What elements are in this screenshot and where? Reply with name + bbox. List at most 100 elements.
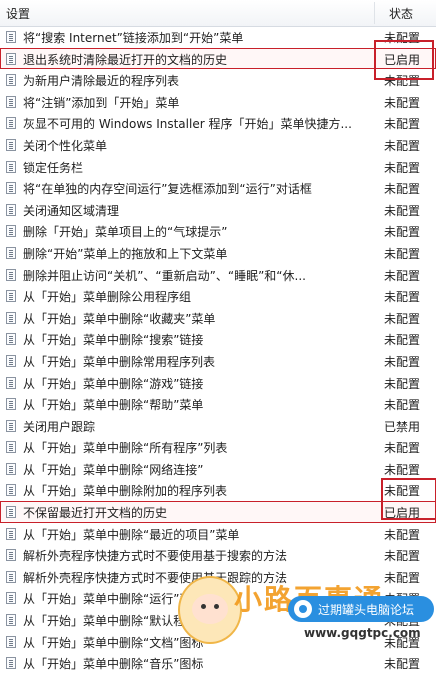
policy-row[interactable]: 关闭用户跟踪 已禁用	[0, 415, 436, 437]
policy-setting-icon	[6, 527, 16, 540]
policy-setting-icon	[6, 592, 16, 605]
policy-name: 从「开始」菜单中删除“游戏”链接	[23, 376, 204, 391]
policy-name: 解析外壳程序快捷方式时不要使用基于搜索的方法	[23, 549, 288, 564]
policy-row[interactable]: 删除并阻止访问“关机”、“重新启动”、“睡眠”和“休... 未配置	[0, 264, 436, 286]
policy-name: 删除「开始」菜单项目上的“气球提示”	[23, 225, 228, 240]
policy-row[interactable]: 将“注销”添加到「开始」菜单 未配置	[0, 91, 436, 113]
policy-row[interactable]: 关闭个性化菜单 未配置	[0, 134, 436, 156]
policy-row[interactable]: 从「开始」菜单中删除“收藏夹”菜单 未配置	[0, 307, 436, 329]
policy-state: 未配置	[384, 95, 421, 110]
policy-setting-icon	[6, 182, 16, 195]
watermark-mascot	[178, 576, 242, 644]
policy-setting-icon	[6, 506, 16, 519]
policy-row[interactable]: 关闭通知区域清理 未配置	[0, 199, 436, 221]
policy-setting-icon	[6, 246, 16, 259]
policy-row[interactable]: 不保留最近打开文档的历史 已启用	[0, 501, 436, 523]
policy-setting-icon	[6, 31, 16, 43]
policy-state: 未配置	[384, 225, 421, 240]
policy-name: 删除“开始”菜单上的拖放和上下文菜单	[23, 246, 228, 261]
policy-state: 已禁用	[384, 419, 421, 434]
policy-setting-icon	[6, 160, 16, 173]
policy-row[interactable]: 删除「开始」菜单项目上的“气球提示” 未配置	[0, 220, 436, 242]
policy-setting-icon	[6, 203, 16, 216]
policy-state: 未配置	[384, 398, 421, 413]
policy-row[interactable]: 为新用户清除最近的程序列表 未配置	[0, 69, 436, 91]
policy-setting-icon	[6, 354, 16, 367]
policy-setting-icon	[6, 117, 16, 130]
policy-setting-icon	[6, 398, 16, 411]
policy-state: 未配置	[384, 290, 421, 305]
watermark-badge: 过期罐头电脑论坛	[288, 596, 434, 622]
policy-name: 从「开始」菜单中删除“音乐”图标	[23, 657, 204, 672]
policy-row[interactable]: 从「开始」菜单删除公用程序组 未配置	[0, 285, 436, 307]
policy-name: 灰显不可用的 Windows Installer 程序「开始」菜单快捷方...	[23, 117, 352, 132]
policy-row[interactable]: 退出系统时清除最近打开的文档的历史 已启用	[0, 47, 436, 70]
policy-name: 从「开始」菜单中删除“网络连接”	[23, 462, 204, 477]
policy-setting-icon	[6, 462, 16, 475]
policy-row[interactable]: 从「开始」菜单中删除“所有程序”列表 未配置	[0, 436, 436, 458]
policy-state: 未配置	[384, 203, 421, 218]
policy-row[interactable]: 从「开始」菜单中删除常用程序列表 未配置	[0, 350, 436, 372]
policy-setting-icon	[6, 614, 16, 627]
policy-name: 为新用户清除最近的程序列表	[23, 74, 180, 89]
policy-state: 未配置	[384, 117, 421, 132]
policy-name: 从「开始」菜单中删除“收藏夹”菜单	[23, 311, 216, 326]
policy-setting-icon	[6, 441, 16, 454]
policy-row[interactable]: 从「开始」菜单中删除“游戏”链接 未配置	[0, 372, 436, 394]
policy-state: 未配置	[384, 268, 421, 283]
column-header-state[interactable]: 状态	[389, 5, 413, 22]
policy-name: 关闭通知区域清理	[23, 203, 120, 218]
policy-state: 未配置	[384, 311, 421, 326]
policy-row[interactable]: 删除“开始”菜单上的拖放和上下文菜单 未配置	[0, 242, 436, 264]
policy-row[interactable]: 锁定任务栏 未配置	[0, 156, 436, 178]
policy-state: 未配置	[384, 376, 421, 391]
policy-state: 未配置	[384, 527, 421, 542]
policy-row[interactable]: 从「开始」菜单中删除“音乐”图标 未配置	[0, 652, 436, 674]
policy-name: 将“注销”添加到「开始」菜单	[23, 95, 180, 110]
policy-setting-icon	[6, 657, 16, 670]
policy-name: 关闭个性化菜单	[23, 138, 108, 153]
policy-setting-icon	[6, 419, 16, 432]
policy-setting-icon	[6, 138, 16, 151]
policy-state: 未配置	[384, 549, 421, 564]
column-header-setting[interactable]: 设置	[6, 5, 30, 22]
policy-name: 关闭用户跟踪	[23, 419, 96, 434]
list-header: 设置 状态	[0, 0, 436, 27]
policy-name: 将“搜索 Internet”链接添加到“开始”菜单	[23, 31, 244, 45]
policy-state: 未配置	[384, 570, 421, 585]
watermark-url: www.gqgtpc.com	[304, 626, 421, 640]
policy-setting-icon	[6, 376, 16, 389]
policy-name: 从「开始」菜单中删除“帮助”菜单	[23, 398, 204, 413]
policy-row[interactable]: 灰显不可用的 Windows Installer 程序「开始」菜单快捷方... 未…	[0, 112, 436, 134]
watermark-badge-text: 过期罐头电脑论坛	[318, 603, 415, 617]
policy-state: 未配置	[384, 138, 421, 153]
policy-row[interactable]: 从「开始」菜单中删除“搜索”链接 未配置	[0, 328, 436, 350]
policy-setting-icon	[6, 311, 16, 324]
policy-setting-icon	[6, 225, 16, 238]
policy-state: 未配置	[384, 182, 421, 197]
policy-setting-icon	[6, 570, 16, 583]
policy-name: 从「开始」菜单中删除常用程序列表	[23, 354, 216, 369]
highlight-box-state-1	[374, 40, 434, 80]
policy-row[interactable]: 解析外壳程序快捷方式时不要使用基于搜索的方法 未配置	[0, 544, 436, 566]
policy-name: 将“在单独的内存空间运行”复选框添加到“运行”对话框	[23, 182, 312, 197]
policy-row[interactable]: 从「开始」菜单中删除附加的程序列表 未配置	[0, 479, 436, 501]
policy-state: 未配置	[384, 333, 421, 348]
policy-row[interactable]: 从「开始」菜单中删除“网络连接” 未配置	[0, 458, 436, 480]
policy-state: 未配置	[384, 246, 421, 261]
policy-name: 删除并阻止访问“关机”、“重新启动”、“睡眠”和“休...	[23, 268, 306, 283]
policy-name: 从「开始」菜单中删除“最近的项目”菜单	[23, 527, 240, 542]
policy-state: 未配置	[384, 441, 421, 456]
policy-setting-icon	[6, 74, 16, 87]
column-divider[interactable]	[374, 2, 375, 24]
policy-setting-icon	[6, 549, 16, 562]
policy-setting-icon	[6, 635, 16, 648]
policy-setting-icon	[6, 484, 16, 497]
policy-row[interactable]: 将“在单独的内存空间运行”复选框添加到“运行”对话框 未配置	[0, 177, 436, 199]
highlight-box-state-2	[381, 478, 436, 520]
policy-row[interactable]: 从「开始」菜单中删除“帮助”菜单 未配置	[0, 393, 436, 415]
policy-setting-icon	[6, 268, 16, 281]
policy-row[interactable]: 从「开始」菜单中删除“最近的项目”菜单 未配置	[0, 523, 436, 545]
policy-name: 从「开始」菜单中删除“搜索”链接	[23, 333, 204, 348]
policy-row[interactable]: 将“搜索 Internet”链接添加到“开始”菜单 未配置	[0, 26, 436, 48]
